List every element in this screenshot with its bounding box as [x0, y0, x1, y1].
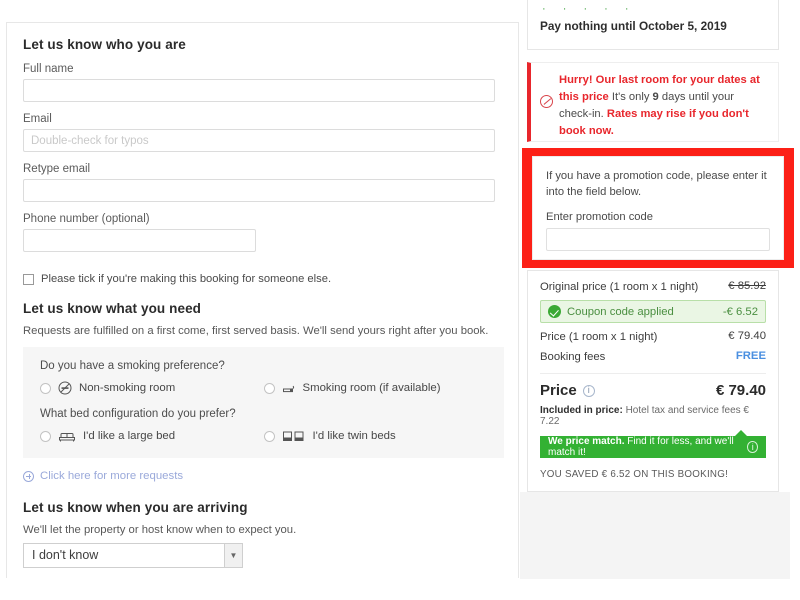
urgency-alert-body: Hurry! Our last room for your dates at t…: [559, 72, 770, 140]
booking-for-someone-else-label: Please tick if you're making this bookin…: [41, 273, 332, 285]
price-match-text: We price match. Find it for less, and we…: [548, 436, 742, 458]
option-twin-beds[interactable]: I'd like twin beds: [263, 429, 488, 443]
total-price-value: € 79.40: [715, 382, 766, 399]
included-in-price-label: Included in price:: [540, 405, 623, 416]
cigarette-icon: [282, 381, 296, 395]
option-large-bed[interactable]: I'd like a large bed: [40, 429, 264, 443]
booking-for-someone-else-row[interactable]: Please tick if you're making this bookin…: [23, 273, 502, 285]
email-label: Email: [23, 113, 52, 125]
coupon-discount-value: -€ 6.52: [722, 305, 758, 318]
room-price-value: € 79.40: [728, 330, 766, 342]
email-input[interactable]: [23, 129, 495, 152]
large-bed-radio[interactable]: [40, 430, 51, 442]
booking-for-someone-else-checkbox[interactable]: [23, 273, 34, 285]
retype-email-input[interactable]: [23, 179, 495, 202]
room-price-label: Price (1 room x 1 night): [540, 331, 658, 343]
plus-circle-icon: [23, 470, 34, 482]
promotion-code-input[interactable]: [546, 228, 770, 251]
check-circle-icon: [548, 305, 561, 318]
arrival-time-select[interactable]: I don't know ▼: [23, 543, 243, 568]
price-summary-card: Original price (1 room x 1 night) € 85.9…: [527, 270, 779, 492]
cut-off-green-text: · · · · ·: [542, 3, 636, 15]
you-saved-text: YOU SAVED € 6.52 ON THIS BOOKING!: [540, 469, 729, 480]
coupon-applied-row: Coupon code applied -€ 6.52: [540, 300, 766, 323]
original-price-label: Original price (1 room x 1 night): [540, 281, 699, 293]
double-bed-icon: [58, 429, 76, 443]
what-you-need-heading: Let us know what you need: [23, 301, 202, 316]
large-bed-label: I'd like a large bed: [83, 430, 176, 442]
included-in-price: Included in price: Hotel tax and service…: [540, 405, 766, 427]
room-price-row: Price (1 room x 1 night) € 79.40: [540, 330, 766, 345]
more-requests-link[interactable]: Click here for more requests: [23, 470, 502, 482]
promotion-code-card: If you have a promotion code, please ent…: [532, 156, 784, 260]
non-smoking-label: Non-smoking room: [79, 382, 176, 394]
twin-beds-icon: [282, 429, 306, 443]
arrival-heading: Let us know when you are arriving: [23, 500, 248, 515]
page-background-filler: [520, 492, 790, 579]
smoking-preference-question: Do you have a smoking preference?: [40, 360, 225, 372]
guest-details-form: Let us know who you are Full name Email …: [6, 22, 519, 578]
info-icon[interactable]: i: [582, 384, 595, 397]
booking-fees-value: FREE: [735, 350, 766, 362]
promotion-code-label: Enter promotion code: [546, 211, 653, 223]
booking-fees-label: Booking fees: [540, 351, 606, 363]
total-price-label: Price: [540, 382, 577, 399]
total-price-row: Price i € 79.40: [540, 382, 766, 399]
arrival-time-value: I don't know: [32, 548, 99, 562]
phone-number-label: Phone number (optional): [23, 213, 150, 225]
urgency-alert: Hurry! Our last room for your dates at t…: [527, 62, 779, 142]
retype-email-label: Retype email: [23, 163, 91, 175]
original-price-row: Original price (1 room x 1 night) € 85.9…: [540, 280, 766, 295]
divider: [540, 373, 766, 374]
more-requests-label: Click here for more requests: [40, 470, 184, 482]
full-name-label: Full name: [23, 63, 74, 75]
option-smoking-room[interactable]: Smoking room (if available): [263, 381, 488, 395]
smoking-label: Smoking room (if available): [302, 382, 441, 394]
bed-configuration-question: What bed configuration do you prefer?: [40, 408, 236, 420]
price-match-bold: We price match.: [548, 436, 625, 447]
requests-note: Requests are fulfilled on a first come, …: [23, 325, 489, 337]
promotion-note: If you have a promotion code, please ent…: [546, 170, 767, 198]
booking-checkout-page: Let us know who you are Full name Email …: [0, 0, 800, 600]
non-smoking-radio[interactable]: [40, 382, 51, 394]
twin-beds-label: I'd like twin beds: [312, 430, 396, 442]
arrival-note: We'll let the property or host know when…: [23, 524, 297, 536]
preferences-panel: Do you have a smoking preference? Non-sm…: [23, 347, 504, 458]
urgency-body-pre: It's only: [611, 91, 653, 103]
phone-number-input[interactable]: [23, 229, 256, 252]
clock-alert-icon: [540, 95, 553, 108]
booking-fees-row: Booking fees FREE: [540, 350, 766, 365]
option-non-smoking-room[interactable]: Non-smoking room: [40, 381, 264, 395]
price-match-info-icon[interactable]: i: [747, 441, 758, 453]
original-price-value: € 85.92: [728, 280, 766, 292]
chevron-down-icon[interactable]: ▼: [224, 544, 242, 567]
pay-nothing-text: Pay nothing until October 5, 2019: [540, 19, 727, 33]
full-name-input[interactable]: [23, 79, 495, 102]
who-you-are-heading: Let us know who you are: [23, 37, 186, 52]
no-smoking-icon: [58, 381, 72, 395]
coupon-applied-label: Coupon code applied: [567, 305, 674, 318]
smoking-radio[interactable]: [263, 382, 275, 394]
pay-nothing-card: · · · · · Pay nothing until October 5, 2…: [527, 0, 779, 50]
price-match-banner: We price match. Find it for less, and we…: [540, 430, 766, 458]
smoking-options-row: Non-smoking room Smoking room (if availa…: [40, 381, 487, 395]
bed-options-row: I'd like a large bed I'd like twin beds: [40, 429, 487, 443]
twin-beds-radio[interactable]: [263, 430, 275, 442]
